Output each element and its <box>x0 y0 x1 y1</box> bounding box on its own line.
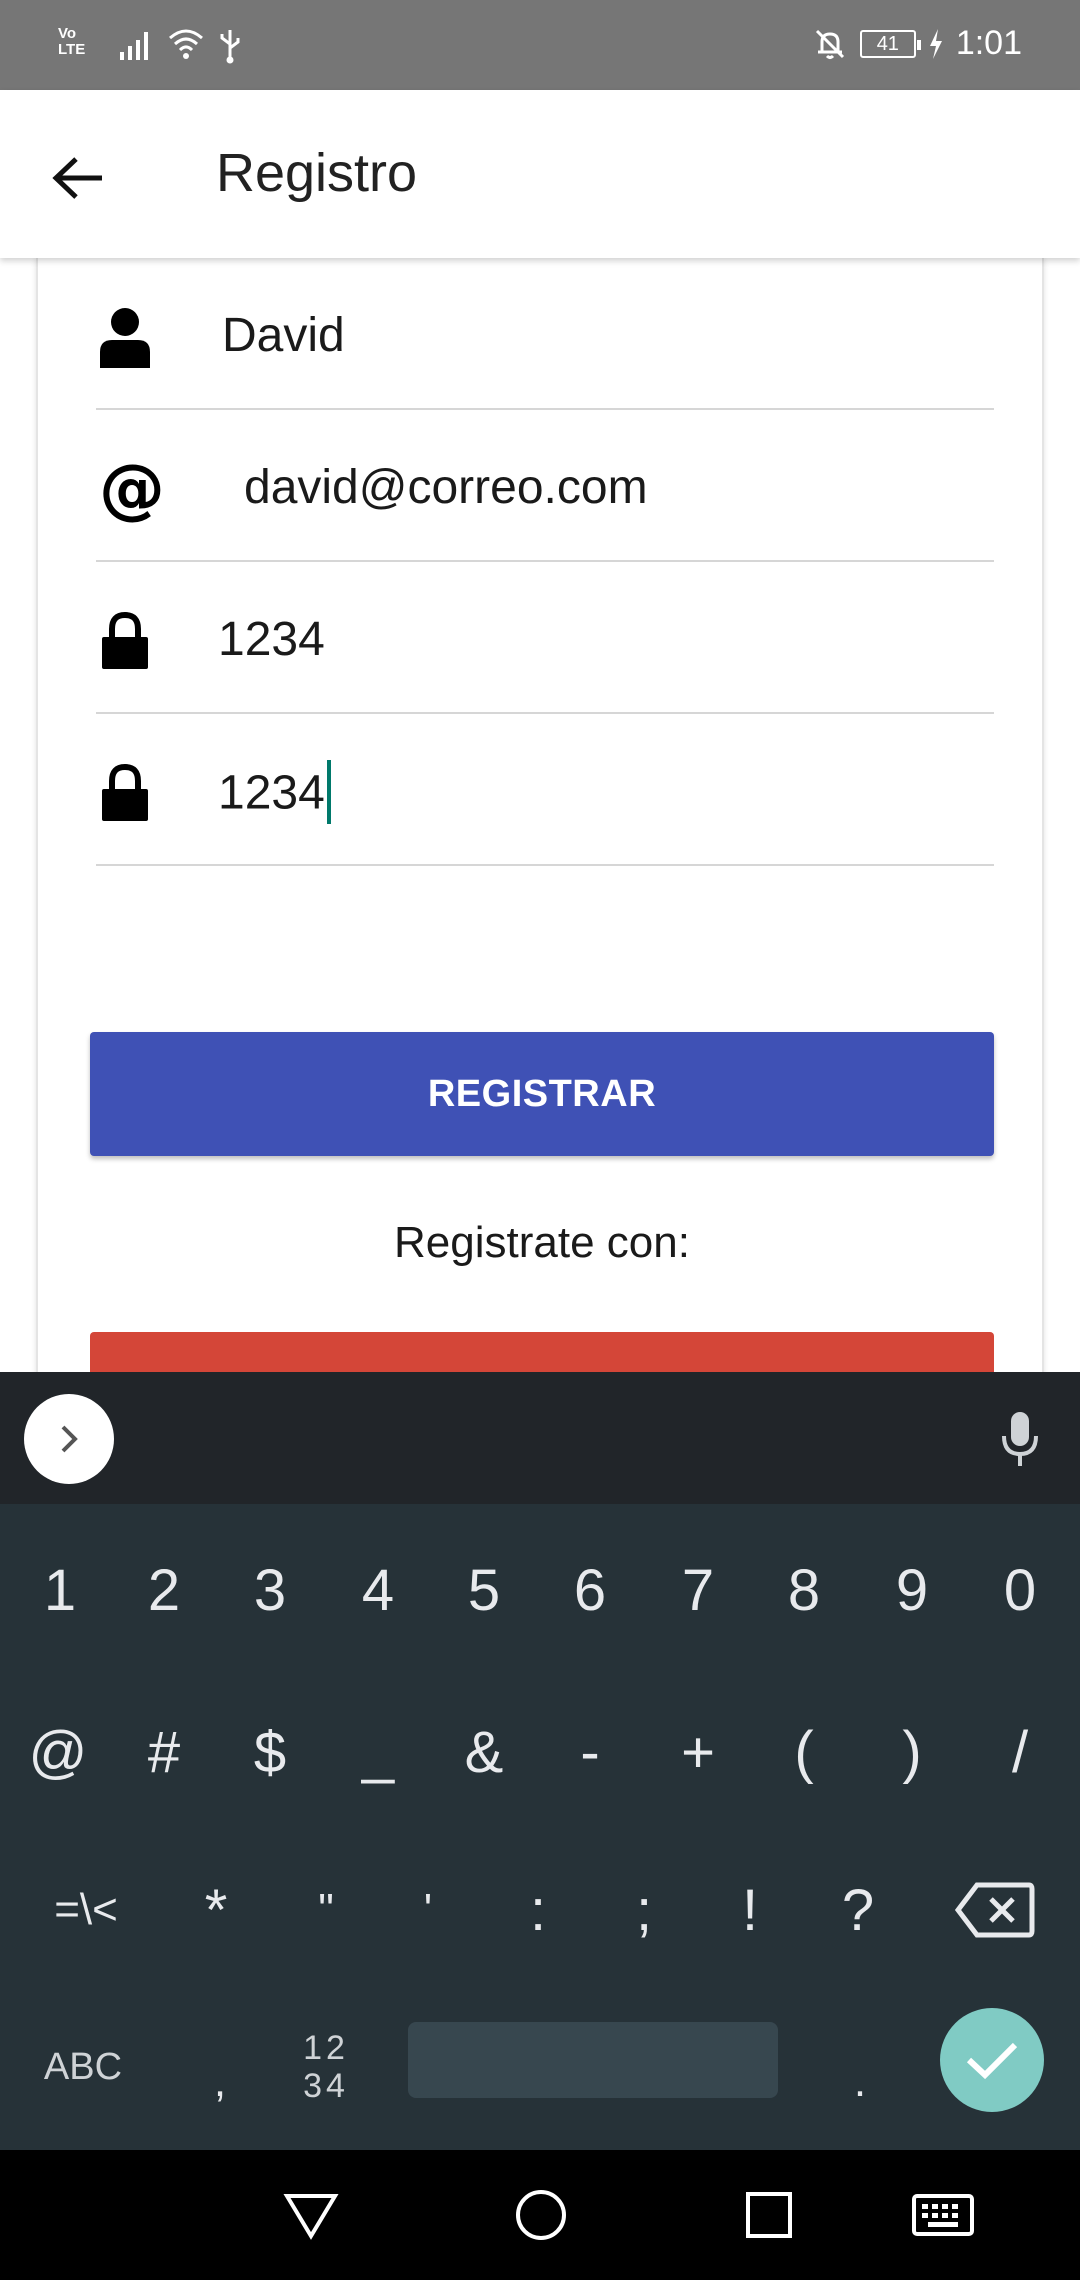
key-3[interactable]: 3 <box>220 1540 320 1640</box>
at-sign-icon: @ <box>99 450 165 527</box>
key-hash[interactable]: # <box>114 1702 214 1802</box>
key-6[interactable]: 6 <box>540 1540 640 1640</box>
confirm-password-input-value: 1234 <box>218 760 331 828</box>
key-0[interactable]: 0 <box>970 1540 1070 1640</box>
key-9[interactable]: 9 <box>862 1540 962 1640</box>
key-comma[interactable]: , <box>170 2012 270 2122</box>
system-nav-bar <box>0 2150 1080 2280</box>
name-field[interactable]: David <box>96 258 994 410</box>
key-dollar[interactable]: $ <box>220 1702 320 1802</box>
key-2[interactable]: 2 <box>114 1540 214 1640</box>
person-icon <box>96 306 154 368</box>
charging-icon <box>929 28 942 59</box>
keyboard-row-numbers: 1 2 3 4 5 6 7 8 9 0 <box>0 1540 1080 1640</box>
lock-icon <box>96 762 154 824</box>
key-4[interactable]: 4 <box>328 1540 428 1640</box>
bell-off-icon <box>815 29 844 59</box>
password-input-value: 1234 <box>218 613 325 666</box>
key-asterisk[interactable]: * <box>166 1860 266 1960</box>
register-with-label: Registrate con: <box>394 1218 690 1267</box>
backspace-icon <box>955 1882 1035 1938</box>
key-single-quote[interactable]: ' <box>378 1860 478 1960</box>
key-close-paren[interactable]: ) <box>862 1702 962 1802</box>
chevron-right-icon <box>61 1425 78 1453</box>
arrow-left-icon <box>52 157 102 199</box>
app-bar: Registro <box>0 90 1080 258</box>
key-1[interactable]: 1 <box>10 1540 110 1640</box>
volte-icon: Vo LTE <box>58 25 86 58</box>
keyboard-row-symbols-1: @ # $ _ & - + ( ) / <box>0 1702 1080 1802</box>
status-bar: Vo LTE 41 1:01 <box>0 0 1080 90</box>
nav-recents-button[interactable] <box>734 2180 804 2250</box>
name-input-value: David <box>222 309 345 362</box>
back-triangle-icon <box>283 2194 339 2240</box>
back-button[interactable] <box>40 140 116 216</box>
microphone-button[interactable] <box>990 1404 1050 1474</box>
page-title: Registro <box>216 143 418 203</box>
wifi-icon <box>169 29 203 59</box>
key-ampersand[interactable]: & <box>434 1702 534 1802</box>
key-slash[interactable]: / <box>970 1702 1070 1802</box>
check-icon <box>966 2042 1018 2080</box>
keyboard-toolbar <box>0 1372 1080 1504</box>
lock-icon <box>96 610 154 672</box>
key-at[interactable]: @ <box>8 1702 108 1802</box>
keyboard-row-symbols-2: =\< * " ' : ; ! ? <box>0 1860 1080 1960</box>
recents-square-icon <box>746 2192 792 2238</box>
key-minus[interactable]: - <box>540 1702 640 1802</box>
confirm-password-field[interactable]: 1234 <box>96 714 994 866</box>
microphone-icon <box>1002 1412 1038 1466</box>
key-double-quote[interactable]: " <box>276 1860 376 1960</box>
soft-keyboard: 1 2 3 4 5 6 7 8 9 0 @ # $ _ & - + ( ) / … <box>0 1372 1080 2150</box>
nav-keyboard-button[interactable] <box>908 2180 978 2250</box>
key-plus[interactable]: + <box>648 1702 748 1802</box>
signal-icon <box>120 32 148 60</box>
key-open-paren[interactable]: ( <box>754 1702 854 1802</box>
email-input-value: david@correo.com <box>244 461 648 514</box>
key-period[interactable]: . <box>810 2012 910 2122</box>
key-8[interactable]: 8 <box>754 1540 854 1640</box>
clock: 1:01 <box>955 24 1022 62</box>
text-cursor <box>326 760 331 824</box>
keyboard-icon <box>912 2194 974 2236</box>
home-circle-icon <box>516 2190 566 2240</box>
key-question[interactable]: ? <box>808 1860 908 1960</box>
usb-icon <box>220 30 240 64</box>
email-field[interactable]: @ david@correo.com <box>96 410 994 562</box>
spacebar[interactable] <box>408 2022 778 2098</box>
key-underscore[interactable]: _ <box>328 1702 428 1802</box>
nav-back-button[interactable] <box>276 2180 346 2250</box>
key-abc[interactable]: ABC <box>28 2012 138 2122</box>
key-colon[interactable]: : <box>488 1860 588 1960</box>
key-exclamation[interactable]: ! <box>700 1860 800 1960</box>
backspace-key[interactable] <box>940 1860 1050 1960</box>
register-form-card: David @ david@correo.com 1234 1234 REGIS… <box>36 258 1044 1392</box>
password-field[interactable]: 1234 <box>96 562 994 714</box>
battery-icon: 41 <box>859 29 921 58</box>
register-button[interactable]: REGISTRAR <box>90 1032 994 1156</box>
nav-home-button[interactable] <box>506 2180 576 2250</box>
key-more-symbols[interactable]: =\< <box>36 1860 136 1960</box>
keyboard-expand-button[interactable] <box>24 1394 114 1484</box>
key-7[interactable]: 7 <box>648 1540 748 1640</box>
key-5[interactable]: 5 <box>434 1540 534 1640</box>
done-key[interactable] <box>940 2008 1044 2112</box>
key-semicolon[interactable]: ; <box>594 1860 694 1960</box>
key-numeric-layout[interactable]: 12 34 <box>276 2012 376 2122</box>
